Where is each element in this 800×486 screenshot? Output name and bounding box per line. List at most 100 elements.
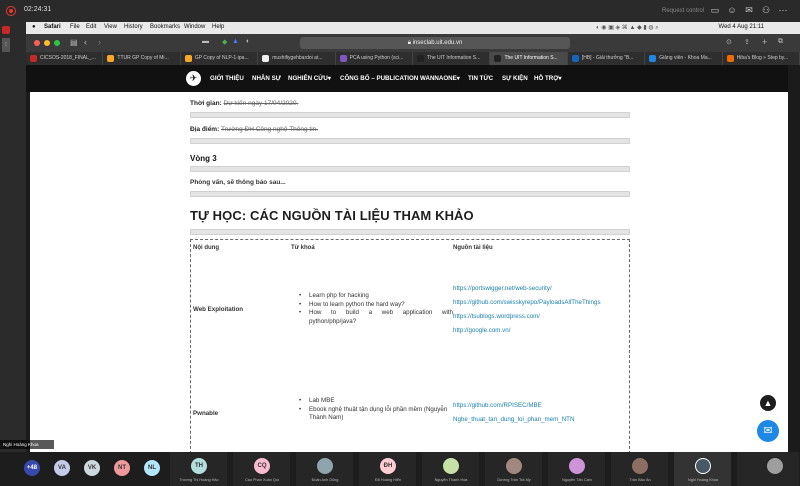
menu-file[interactable]: File — [70, 24, 80, 30]
menu-bookmarks[interactable]: Bookmarks — [150, 24, 180, 30]
address-bar[interactable]: 🔒︎ inseclab.uit.edu.vn — [300, 37, 570, 49]
page-content: Thời gian: Dự kiến ngày 17/04/2020. Địa … — [30, 92, 788, 452]
source-link[interactable]: Nghe_thuat_tan_dung_loi_phan_mem_NTN — [453, 416, 574, 423]
participant-name: Đoàn Anh Dũng — [311, 478, 339, 482]
separator-bar — [190, 191, 630, 197]
site-logo-icon[interactable]: ✈ — [186, 71, 201, 86]
tab-overview-icon[interactable]: ⧉ — [778, 38, 783, 46]
nav-tin-tuc[interactable]: TIN TỨC — [468, 75, 493, 82]
fit-screen-icon[interactable]: ▭ — [710, 5, 720, 15]
participant-avatar[interactable]: VK — [84, 460, 100, 476]
nav-wannaone[interactable]: WANNAONE▾ — [420, 75, 460, 82]
source-link[interactable]: https://portswigger.net/web-security/ — [453, 285, 552, 292]
scroll-to-top-button[interactable]: ▲ — [760, 395, 776, 411]
back-icon[interactable]: ‹ — [84, 37, 87, 47]
source-link[interactable]: https://github.com/RPISEC/MBE — [453, 402, 542, 409]
apple-menu-icon[interactable]: ● — [32, 24, 36, 30]
browser-tab[interactable]: The UIT Information S... — [413, 52, 491, 65]
participant-tile[interactable]: Đoàn Anh Dũng — [296, 452, 354, 486]
forward-icon[interactable]: › — [98, 37, 101, 47]
time-value: Dự kiến ngày 17/04/2020. — [223, 100, 299, 107]
participant-tile-active[interactable]: Nghi Hoàng Khoa — [674, 452, 732, 486]
keyword-item: Ebook nghệ thuật tận dụng lỗi phần mềm (… — [299, 406, 453, 423]
participant-photo — [317, 458, 333, 474]
request-control-button[interactable]: Request control — [662, 8, 704, 14]
participant-avatar: ĐH — [380, 458, 396, 474]
browser-tab[interactable]: CICSOS-2018_FINAL_... — [26, 52, 104, 65]
chat-icon[interactable]: ✉ — [744, 5, 754, 15]
tab-favicon-icon — [726, 55, 734, 62]
browser-tab[interactable]: GP Copy of NLP-1-ipa... — [181, 52, 259, 65]
separator-bar — [190, 112, 630, 118]
participants-icon[interactable]: ⚇ — [761, 5, 771, 15]
tab-favicon-icon — [30, 55, 37, 62]
sidebar-icon[interactable]: ▤ — [70, 38, 78, 47]
menu-window[interactable]: Window — [184, 24, 205, 30]
nav-nhan-su[interactable]: NHÂN SỰ — [252, 75, 281, 82]
separator-bar — [190, 138, 630, 144]
nav-ho-tro[interactable]: HỖ TRỢ▾ — [534, 75, 562, 82]
nav-su-kien[interactable]: SỰ KIỆN — [502, 75, 528, 82]
participant-tile[interactable]: CQ Cao Phan Xuân Quí — [233, 452, 291, 486]
participant-tile[interactable]: TH Trương Thị Hoàng Hảo — [170, 452, 228, 486]
section-title: TỰ HỌC: CÁC NGUỒN TÀI LIỆU THAM KHẢO — [190, 208, 474, 223]
share-extension-icon[interactable]: ▬ — [202, 38, 209, 45]
browser-tab[interactable]: Hiba's Blog » Step by... — [723, 52, 800, 65]
participant-tile[interactable] — [737, 452, 800, 486]
close-window-icon[interactable] — [34, 40, 40, 46]
participant-tile[interactable]: ĐH Đỗ Hoàng Hiển — [359, 452, 417, 486]
more-participants-avatar[interactable]: +48 — [24, 460, 40, 476]
menu-clock: Wed 4 Aug 21:11 — [718, 24, 764, 30]
minimize-window-icon[interactable] — [44, 40, 50, 46]
menu-help[interactable]: Help — [212, 24, 224, 30]
participant-tile[interactable]: Nguyễn Tấn Cầm — [548, 452, 606, 486]
download-icon[interactable]: ⊙ — [726, 38, 732, 46]
participant-photo — [506, 458, 522, 474]
participant-avatar[interactable]: NT — [114, 460, 130, 476]
browser-tab[interactable]: [HB] - Giải thưởng "B... — [568, 52, 646, 65]
nav-gioi-thieu[interactable]: GIỚI THIỆU — [210, 75, 244, 82]
participant-avatar[interactable]: VA — [54, 460, 70, 476]
participant-name: Nguyễn Tấn Cầm — [562, 478, 592, 482]
share-icon[interactable]: ⇪ — [744, 38, 750, 46]
browser-tab[interactable]: PCA using Python (sci... — [336, 52, 414, 65]
chevron-down-icon: ▾ — [456, 75, 460, 82]
participant-name: Nghi Hoàng Khoa — [688, 478, 718, 482]
menu-edit[interactable]: Edit — [86, 24, 96, 30]
zoom-window-icon[interactable] — [54, 40, 60, 46]
extension-icon[interactable]: ◆ — [222, 38, 227, 46]
browser-tab[interactable]: Giảng viên - Khoa Ma... — [645, 52, 723, 65]
source-link[interactable]: https://github.com/swisskyrepo/PayloadsA… — [453, 299, 601, 306]
participant-tile[interactable]: Dương Trần Trà My — [485, 452, 543, 486]
source-link[interactable]: http://google.com.vn/ — [453, 327, 510, 334]
menu-view[interactable]: View — [104, 24, 117, 30]
tab-favicon-icon — [184, 55, 192, 62]
browser-tab[interactable]: mushifiygehbardoi at... — [258, 52, 336, 65]
table-cell-topic: Pwnable — [193, 410, 219, 417]
participant-tile[interactable]: Nguyễn Thanh Hòa — [422, 452, 480, 486]
nav-cong-bo[interactable]: CÔNG BỐ – PUBLICATION — [340, 75, 418, 82]
recording-timer: 02:24:31 — [24, 6, 52, 13]
tab-favicon-icon — [262, 55, 270, 62]
messenger-button[interactable]: ✉ — [757, 420, 779, 442]
privacy-icon[interactable]: ◐ — [246, 38, 250, 45]
people-icon[interactable]: ☺ — [727, 5, 737, 15]
menu-history[interactable]: History — [124, 24, 143, 30]
browser-tab-active[interactable]: The UIT Information S... — [490, 52, 568, 65]
side-handle-icon[interactable]: ⁝ — [2, 38, 10, 52]
menu-safari[interactable]: Safari — [44, 24, 61, 30]
participant-avatar[interactable]: NL — [144, 460, 160, 476]
participant-name: Cao Phan Xuân Quí — [245, 478, 279, 482]
active-speaker-label: Nghi Hoàng Khoa — [0, 440, 54, 449]
nav-nghien-cuu[interactable]: NGHIÊN CỨU▾ — [288, 75, 331, 82]
source-link[interactable]: https://tsublogs.wordpress.com/ — [453, 313, 540, 320]
meeting-top-bar: 02:24:31 Request control ▭ ☺ ✉ ⚇ ⋯ — [0, 0, 800, 22]
new-tab-icon[interactable]: + — [762, 37, 767, 47]
tab-favicon-icon — [494, 55, 502, 62]
participant-tile[interactable]: Trần Bảo Ân — [611, 452, 669, 486]
browser-tab[interactable]: TTUR GP Copy of Mi... — [103, 52, 181, 65]
vpn-icon[interactable]: ▲ — [232, 38, 239, 45]
more-icon[interactable]: ⋯ — [778, 5, 788, 15]
resources-table: Nội dung Từ khoá Nguồn tài liệu Web Expl… — [190, 239, 630, 452]
keyword-item: How to learn python the hard way? — [299, 301, 453, 310]
